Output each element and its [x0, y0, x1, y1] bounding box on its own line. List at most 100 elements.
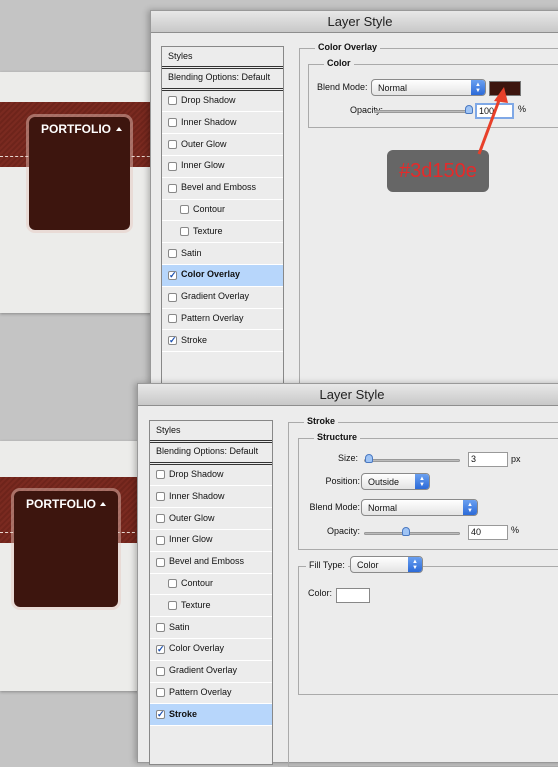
position-label: Position: [325, 476, 360, 486]
style-item-label: Stroke [181, 334, 208, 345]
style-item-label: Inner Shadow [181, 116, 237, 127]
style-item-label: Styles [156, 424, 181, 435]
checkbox-icon[interactable] [156, 666, 165, 676]
fill-type-label: Fill Type: [306, 560, 348, 570]
checkbox-icon[interactable] [168, 314, 177, 324]
style-item-inner-shadow[interactable]: Inner Shadow [162, 112, 283, 135]
position-select[interactable]: Outside ▲ ▼ [361, 473, 430, 490]
style-item-outer-glow[interactable]: Outer Glow [162, 134, 283, 156]
checkbox-icon[interactable] [168, 118, 177, 128]
checkbox-icon[interactable] [168, 96, 177, 106]
fill-type-value: Color [357, 559, 379, 570]
size-slider[interactable] [364, 459, 460, 462]
blend-mode-value: Normal [368, 502, 398, 513]
percent-unit: % [518, 104, 527, 114]
checkbox-checked-icon[interactable]: ✓ [156, 644, 165, 654]
style-item-label: Pattern Overlay [181, 313, 244, 324]
checkbox-checked-icon[interactable]: ✓ [156, 710, 165, 720]
checkbox-icon[interactable] [156, 688, 165, 698]
opacity-slider-handle[interactable] [402, 527, 410, 536]
style-item-stroke[interactable]: ✓ Stroke [162, 330, 283, 353]
checkbox-icon[interactable] [156, 470, 165, 480]
blend-mode-select[interactable]: Normal ▲ ▼ [361, 499, 478, 516]
style-item-label: Drop Shadow [181, 95, 236, 106]
dialog-title: Layer Style [138, 384, 558, 406]
style-item-color-overlay[interactable]: ✓ Color Overlay [150, 639, 272, 661]
stroke-color-swatch[interactable] [336, 588, 370, 603]
style-item-styles[interactable]: Styles [150, 421, 272, 443]
checkbox-icon[interactable] [156, 535, 165, 545]
triangle-up-icon [116, 127, 122, 131]
annotation-arrow-icon [477, 87, 508, 155]
dialog-title: Layer Style [151, 11, 558, 33]
checkbox-icon[interactable] [168, 601, 177, 611]
style-item-label: Bevel and Emboss [181, 182, 257, 193]
size-label: Size: [338, 453, 359, 463]
checkbox-icon[interactable] [156, 492, 165, 502]
style-item-blending-options-default[interactable]: Blending Options: Default [150, 443, 272, 465]
style-item-satin[interactable]: Satin [150, 617, 272, 639]
style-item-inner-glow[interactable]: Inner Glow [162, 156, 283, 178]
style-item-texture[interactable]: Texture [162, 221, 283, 244]
size-input[interactable]: 3 [468, 452, 508, 467]
style-item-label: Styles [168, 50, 193, 61]
style-item-label: Drop Shadow [169, 469, 224, 480]
style-item-inner-glow[interactable]: Inner Glow [150, 530, 272, 552]
checkbox-icon[interactable] [156, 623, 165, 633]
style-item-bevel-and-emboss[interactable]: Bevel and Emboss [162, 178, 283, 200]
opacity-slider[interactable] [364, 532, 460, 535]
style-item-outer-glow[interactable]: Outer Glow [150, 508, 272, 530]
fill-type-select[interactable]: Color ▲ ▼ [350, 556, 423, 573]
style-item-label: Blending Options: Default [168, 72, 271, 83]
style-item-bevel-and-emboss[interactable]: Bevel and Emboss [150, 552, 272, 574]
style-item-stroke[interactable]: ✓ Stroke [150, 704, 272, 727]
checkbox-icon[interactable] [168, 183, 177, 193]
style-item-inner-shadow[interactable]: Inner Shadow [150, 486, 272, 509]
checkbox-icon[interactable] [168, 140, 177, 150]
style-item-texture[interactable]: Texture [150, 595, 272, 618]
style-item-satin[interactable]: Satin [162, 243, 283, 265]
style-item-styles[interactable]: Styles [162, 47, 283, 69]
style-item-label: Color Overlay [169, 643, 225, 654]
style-item-color-overlay[interactable]: ✓ Color Overlay [162, 264, 283, 287]
style-item-contour[interactable]: Contour [162, 200, 283, 222]
layer-style-dialog: Layer Style Styles Blending Options: Defa… [137, 383, 558, 767]
size-slider-handle[interactable] [365, 454, 373, 463]
blend-mode-label: Blend Mode: [309, 502, 360, 512]
style-item-pattern-overlay[interactable]: Pattern Overlay [150, 683, 272, 705]
checkbox-icon[interactable] [180, 227, 189, 237]
style-item-label: Stroke [169, 708, 198, 719]
portfolio-label: PORTFOLIO [26, 497, 96, 511]
style-item-contour[interactable]: Contour [150, 574, 272, 596]
checkbox-icon[interactable] [156, 514, 165, 524]
fill-type-section [298, 566, 558, 695]
subsection-title: Structure [314, 432, 361, 442]
style-item-label: Outer Glow [169, 512, 215, 523]
checkbox-checked-icon[interactable]: ✓ [168, 270, 177, 280]
checkbox-icon[interactable] [156, 557, 165, 567]
style-item-label: Gradient Overlay [169, 665, 238, 676]
checkbox-icon[interactable] [168, 161, 177, 171]
style-item-label: Contour [181, 578, 214, 589]
style-item-pattern-overlay[interactable]: Pattern Overlay [162, 309, 283, 331]
style-item-label: Satin [181, 247, 202, 258]
triangle-up-icon [100, 502, 106, 506]
checkbox-icon[interactable] [168, 579, 177, 589]
checkbox-icon[interactable] [168, 292, 177, 302]
opacity-input[interactable]: 40 [468, 525, 508, 540]
subsection-title: Color [324, 58, 354, 68]
style-item-drop-shadow[interactable]: Drop Shadow [150, 465, 272, 487]
style-item-label: Texture [181, 599, 211, 610]
checkbox-icon[interactable] [180, 205, 189, 215]
percent-unit: % [511, 525, 520, 535]
layer-style-dialog: Layer Style Styles Blending Options: Defa… [150, 10, 558, 388]
style-item-label: Satin [169, 621, 190, 632]
checkbox-icon[interactable] [168, 249, 177, 259]
style-item-drop-shadow[interactable]: Drop Shadow [162, 91, 283, 113]
style-item-blending-options-default[interactable]: Blending Options: Default [162, 69, 283, 91]
checkbox-checked-icon[interactable]: ✓ [168, 336, 177, 346]
style-item-gradient-overlay[interactable]: Gradient Overlay [150, 661, 272, 683]
style-item-gradient-overlay[interactable]: Gradient Overlay [162, 287, 283, 309]
style-item-label: Inner Glow [169, 534, 213, 545]
px-unit: px [511, 454, 521, 464]
